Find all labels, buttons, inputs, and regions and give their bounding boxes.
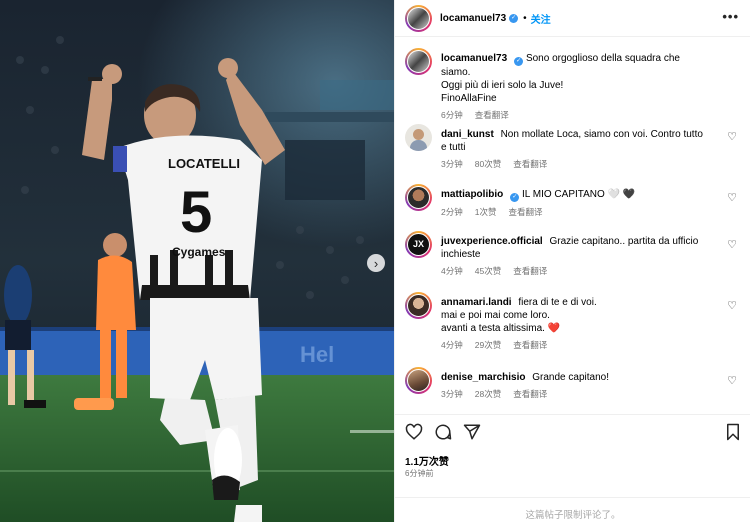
comments-limited-notice: 这篇帖子限制评论了。	[395, 497, 750, 521]
heart-icon[interactable]: ♡	[727, 193, 737, 204]
comment-username[interactable]: juvexperience.official	[441, 236, 543, 247]
avatar[interactable]	[405, 4, 432, 32]
avatar[interactable]	[405, 124, 432, 151]
post-image: Hel LOCATELLI 5 Cygames	[0, 0, 394, 522]
post-detail-panel: locamanuel73 ✓ • 关注 ••• locamanuel73 ✓ So…	[394, 0, 750, 522]
player-number: 5	[180, 180, 212, 245]
comment-text-line1: fiera di te e di voi.	[518, 297, 597, 308]
heart-icon[interactable]: ♡	[727, 240, 737, 251]
see-translation-link[interactable]: 查看翻译	[475, 109, 509, 122]
comment-username[interactable]: mattiapolibio	[441, 189, 503, 200]
see-translation-link[interactable]: 查看翻译	[508, 206, 542, 219]
avatar[interactable]	[405, 292, 432, 319]
avatar[interactable]: JX	[405, 231, 432, 258]
comment-text: Grande capitano!	[532, 372, 609, 383]
comment-time: 4分钟	[441, 340, 463, 350]
comment-text-line3: avanti a testa altissima. ❤️	[441, 323, 561, 334]
comment-icon[interactable]	[434, 423, 452, 444]
caption-username[interactable]: locamanuel73	[441, 53, 507, 64]
see-translation-link[interactable]: 查看翻译	[513, 158, 547, 171]
see-translation-link[interactable]: 查看翻译	[513, 339, 547, 352]
post-timestamp: 6分钟前	[405, 469, 434, 478]
share-icon[interactable]	[463, 423, 481, 444]
comment-time: 4分钟	[441, 266, 463, 276]
chevron-right-icon[interactable]: ›	[367, 254, 385, 272]
comment-text: IL MIO CAPITANO 🤍 🖤	[522, 189, 636, 200]
comment-likes[interactable]: 45次赞	[475, 265, 501, 278]
comment-likes[interactable]: 80次赞	[475, 158, 501, 171]
post-actions: 1.1万次赞 6分钟前 这篇帖子限制评论了。	[395, 414, 750, 522]
author-username[interactable]: locamanuel73	[440, 13, 506, 24]
comment-time: 3分钟	[441, 389, 463, 399]
comment-time: 3分钟	[441, 159, 463, 169]
heart-icon[interactable]: ♡	[727, 376, 737, 387]
comment-username[interactable]: annamari.landi	[441, 297, 512, 308]
bookmark-icon[interactable]	[725, 423, 741, 444]
see-translation-link[interactable]: 查看翻译	[513, 388, 547, 401]
post-header: locamanuel73 ✓ • 关注 •••	[395, 0, 750, 37]
verified-badge-icon: ✓	[514, 57, 524, 66]
comment-likes[interactable]: 1次赞	[475, 206, 497, 219]
avatar[interactable]	[405, 367, 432, 394]
heart-icon[interactable]	[405, 423, 423, 444]
avatar[interactable]	[405, 184, 432, 211]
comment-time: 2分钟	[441, 207, 463, 217]
separator-dot: •	[523, 12, 527, 24]
jersey-sponsor: Cygames	[172, 245, 226, 259]
more-options-icon[interactable]: •••	[722, 10, 739, 23]
caption-hashtag: FinoAllaFine	[441, 93, 497, 104]
verified-badge-icon: ✓	[510, 193, 520, 202]
avatar[interactable]	[405, 48, 432, 75]
see-translation-link[interactable]: 查看翻译	[513, 265, 547, 278]
follow-button[interactable]: 关注	[531, 11, 551, 26]
svg-text:Hel: Hel	[300, 342, 334, 367]
comment-likes[interactable]: 29次赞	[475, 339, 501, 352]
comment-username[interactable]: dani_kunst	[441, 129, 494, 140]
caption-time: 6分钟	[441, 110, 463, 120]
post-photo[interactable]: Hel LOCATELLI 5 Cygames ›	[0, 0, 394, 522]
heart-icon[interactable]: ♡	[727, 301, 737, 312]
comment-username[interactable]: denise_marchisio	[441, 372, 525, 383]
verified-badge-icon: ✓	[509, 13, 519, 23]
comment-text-line2: mai e poi mai come loro.	[441, 310, 550, 321]
likes-count[interactable]: 1.1万次赞	[405, 453, 449, 468]
heart-icon[interactable]: ♡	[727, 132, 737, 143]
player-name: LOCATELLI	[168, 156, 240, 171]
caption-text-line2: Oggi più di ieri solo la Juve!	[441, 80, 564, 91]
comment-likes[interactable]: 28次赞	[475, 388, 501, 401]
